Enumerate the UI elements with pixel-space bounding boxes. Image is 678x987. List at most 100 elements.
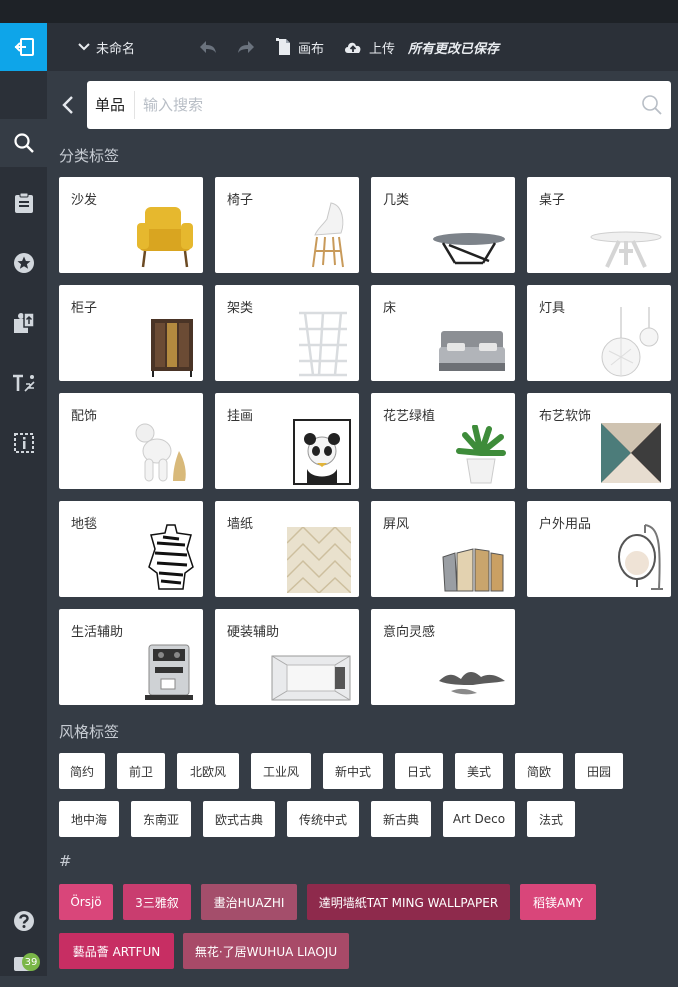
category-card-painting[interactable]: 挂画 [215, 393, 359, 489]
search-icon[interactable] [641, 94, 663, 116]
redo-icon [238, 41, 254, 53]
category-card-coffee-table[interactable]: 几类 [371, 177, 515, 273]
style-tag[interactable]: 北欧风 [177, 753, 239, 789]
style-tag[interactable]: 田园 [575, 753, 623, 789]
brand-tag[interactable]: 達明墙紙TAT MING WALLPAPER [307, 884, 510, 920]
undo-button[interactable] [198, 23, 224, 71]
wallpaper-icon [287, 527, 351, 593]
category-label: 配饰 [71, 409, 98, 424]
search-input[interactable] [143, 89, 623, 121]
category-card-living-aid[interactable]: 生活辅助 [59, 609, 203, 705]
chevron-left-icon [62, 96, 73, 114]
search-type-selector[interactable]: 单品 [95, 81, 125, 129]
category-card-cabinet[interactable]: 柜子 [59, 285, 203, 381]
style-tag[interactable]: 美式 [455, 753, 503, 789]
style-section-title: 风格标签 [59, 723, 120, 741]
brand-tag[interactable]: 無花·了居WUHUA LIAOJU [183, 933, 349, 969]
top-toolbar: 未命名 画布 上传 所有更改已保存 [0, 23, 678, 71]
notification-badge: 39 [22, 953, 40, 971]
brand-tag[interactable]: 藝品薈 ARTFUN [59, 933, 174, 969]
ornament-icon [135, 423, 186, 482]
category-card-plant[interactable]: 花艺绿植 [371, 393, 515, 489]
style-tag[interactable]: 东南亚 [131, 801, 191, 837]
doc-name: 未命名 [96, 41, 136, 57]
style-tag[interactable]: 简欧 [515, 753, 563, 789]
doc-name-dropdown[interactable]: 未命名 [78, 23, 135, 71]
sidebar-info-button[interactable] [0, 419, 47, 467]
category-label: 几类 [383, 193, 410, 208]
brand-tag[interactable]: 畫治HUAZHI [201, 884, 297, 920]
category-label: 屏风 [383, 517, 410, 532]
category-card-rug[interactable]: 地毯 [59, 501, 203, 597]
category-card-chair[interactable]: 椅子 [215, 177, 359, 273]
category-label: 架类 [227, 301, 254, 316]
redo-button[interactable] [236, 23, 262, 71]
style-tag[interactable]: Art Deco [443, 801, 515, 837]
brand-tag[interactable]: 3三雅叙 [123, 884, 191, 920]
sidebar-clipboard-button[interactable] [0, 179, 47, 227]
room-icon [271, 655, 351, 701]
undo-icon [200, 41, 216, 53]
sidebar-image-upload-button[interactable] [0, 299, 47, 347]
coffee-table-icon [433, 233, 505, 265]
category-card-table[interactable]: 桌子 [527, 177, 671, 273]
rug-icon [148, 524, 194, 590]
save-status: 所有更改已保存 [408, 41, 500, 57]
category-card-shelf[interactable]: 架类 [215, 285, 359, 381]
brand-tag[interactable]: Örsjö [59, 884, 113, 920]
table-icon [590, 231, 662, 268]
image-upload-icon [13, 312, 35, 333]
coffee-machine-icon [145, 644, 193, 700]
text-style-icon [12, 374, 35, 392]
style-tag[interactable]: 工业风 [251, 753, 311, 789]
style-tag[interactable]: 前卫 [117, 753, 165, 789]
category-label: 墙纸 [227, 517, 254, 532]
cloud-upload-icon [345, 42, 361, 53]
brand-tag[interactable]: 稻镁AMY [520, 884, 596, 920]
category-label: 花艺绿植 [383, 409, 436, 424]
style-tag[interactable]: 地中海 [59, 801, 119, 837]
bed-icon [439, 331, 505, 371]
category-card-sofa[interactable]: 沙发 [59, 177, 203, 273]
category-card-ornament[interactable]: 配饰 [59, 393, 203, 489]
category-card-inspiration[interactable]: 意向灵感 [371, 609, 515, 705]
category-card-wallpaper[interactable]: 墙纸 [215, 501, 359, 597]
search-bar: 单品 [87, 81, 671, 129]
exit-button[interactable] [0, 23, 47, 71]
canvas-button[interactable]: 画布 [276, 23, 324, 71]
hanging-chair-icon [618, 524, 663, 590]
sidebar-favorites-button[interactable] [0, 239, 47, 287]
category-section-title: 分类标签 [59, 147, 120, 165]
category-label: 布艺软饰 [539, 409, 592, 424]
category-card-outdoor[interactable]: 户外用品 [527, 501, 671, 597]
style-tag[interactable]: 法式 [527, 801, 575, 837]
upload-button[interactable]: 上传 [343, 23, 395, 71]
canvas-label: 画布 [298, 41, 325, 57]
clipboard-icon [14, 192, 33, 213]
style-tag[interactable]: 新古典 [371, 801, 431, 837]
search-icon [13, 133, 34, 153]
back-button[interactable] [59, 95, 77, 115]
style-tag[interactable]: 简约 [59, 753, 105, 789]
style-tag[interactable]: 欧式古典 [203, 801, 275, 837]
category-card-lamp[interactable]: 灯具 [527, 285, 671, 381]
category-label: 床 [383, 301, 397, 316]
sidebar-help-button[interactable] [0, 897, 47, 945]
sidebar-search-button[interactable] [0, 119, 47, 167]
ink-landscape-icon [439, 672, 505, 695]
exit-icon [14, 38, 34, 56]
style-tag[interactable]: 日式 [395, 753, 443, 789]
chevron-down-icon [78, 43, 90, 51]
plant-icon [456, 425, 506, 484]
category-card-screen[interactable]: 屏风 [371, 501, 515, 597]
upload-label: 上传 [369, 41, 396, 57]
category-label: 灯具 [539, 301, 566, 316]
category-card-pillow[interactable]: 布艺软饰 [527, 393, 671, 489]
style-tag[interactable]: 传统中式 [287, 801, 359, 837]
style-tag[interactable]: 新中式 [323, 753, 383, 789]
sidebar-text-button[interactable] [0, 359, 47, 407]
category-label: 户外用品 [539, 517, 592, 532]
category-card-bed[interactable]: 床 [371, 285, 515, 381]
category-label: 意向灵感 [383, 625, 436, 640]
category-card-hardcover-aid[interactable]: 硬装辅助 [215, 609, 359, 705]
